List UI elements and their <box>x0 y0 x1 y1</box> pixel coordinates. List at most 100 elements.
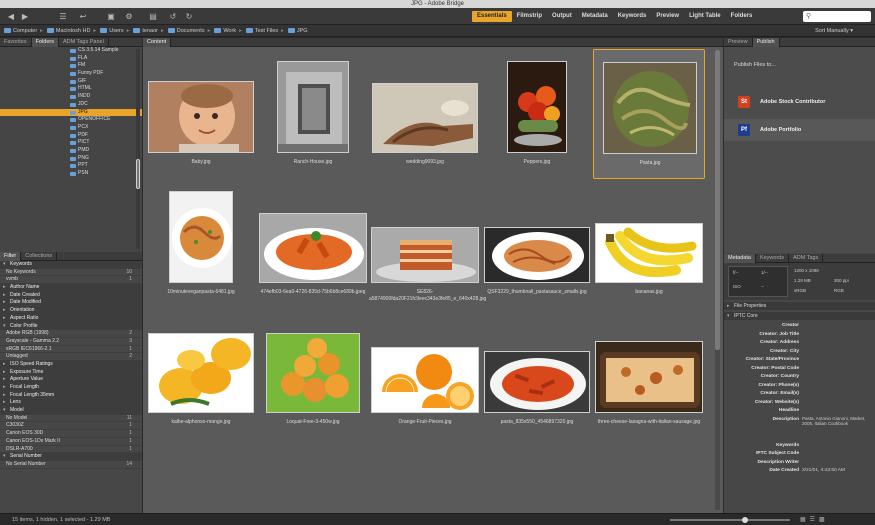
filter-category[interactable]: ISO Speed Ratings <box>0 360 142 369</box>
folder-item[interactable]: PPT <box>0 162 142 170</box>
folder-item[interactable]: OPENOFFICE <box>0 116 142 124</box>
filter-category[interactable]: Date Modified <box>0 299 142 308</box>
breadcrumb-item[interactable]: Test Files ▸ <box>245 28 284 34</box>
folder-item[interactable]: CS 3.5.14 Sample <box>0 47 142 55</box>
workspace-filmstrip[interactable]: Filmstrip <box>512 11 547 22</box>
thumbnail-image[interactable] <box>148 81 254 153</box>
tab-collections[interactable]: Collections <box>21 252 58 261</box>
breadcrumb-item[interactable]: Documents ▸ <box>167 28 210 34</box>
filter-item[interactable]: No Keywords 10 <box>0 269 142 277</box>
filter-item[interactable]: sRGB IEC61966-2.1 1 <box>0 346 142 354</box>
tab-metadata[interactable]: Metadata <box>724 254 756 263</box>
publish-item[interactable]: Pf Adobe Portfolio <box>724 119 875 141</box>
folder-item[interactable]: INDD <box>0 93 142 101</box>
tab-adm-tags-panel[interactable]: ADM Tags Panel <box>59 38 109 47</box>
filter-item[interactable]: DSLR-A700 1 <box>0 446 142 454</box>
thumbnail-cell[interactable]: pasta_835x550_4546897320.jpg <box>481 309 593 439</box>
workspace-keywords[interactable]: Keywords <box>613 11 652 22</box>
folder-item[interactable]: PDF <box>0 132 142 140</box>
filter-category[interactable]: Color Profile <box>0 322 142 331</box>
section-file-properties[interactable]: File Properties <box>724 302 875 310</box>
workspace-folders[interactable]: Folders <box>726 11 758 22</box>
filter-category[interactable]: Serial Number <box>0 453 142 461</box>
camera-icon[interactable]: ▣ <box>104 11 118 22</box>
thumbnail-cell[interactable]: wedding9093.jpg <box>369 49 481 179</box>
filter-item[interactable]: vvmb 1 <box>0 276 142 285</box>
filter-item[interactable]: Untagged 2 <box>0 353 142 361</box>
thumbnail-image[interactable] <box>484 351 590 413</box>
sort-menu[interactable]: Sort Manually ▾ <box>815 25 853 37</box>
tab-keywords[interactable]: Keywords <box>756 254 790 263</box>
iptc-value[interactable]: Pasta, Antonio Gianoni, Market, 2005, It… <box>802 416 872 427</box>
rotate-left-icon[interactable]: ↺ <box>166 11 180 22</box>
tab-folders[interactable]: Folders <box>31 38 59 47</box>
breadcrumb-item[interactable]: Work ▸ <box>214 28 242 34</box>
search-input[interactable]: ⚲ <box>803 11 871 22</box>
back-icon[interactable]: ◀ <box>4 11 18 22</box>
breadcrumb-item[interactable]: Users ▸ <box>100 28 129 34</box>
filter-item[interactable]: No Model 11 <box>0 415 142 423</box>
folder-item[interactable]: GIF <box>0 78 142 86</box>
folder-item[interactable]: Funny PDF <box>0 70 142 78</box>
thumbnail-image[interactable] <box>266 333 360 413</box>
thumbnail-image[interactable] <box>372 83 478 153</box>
thumbnail-cell[interactable]: Pasta.jpg <box>593 49 705 179</box>
thumbnail-image[interactable] <box>371 227 479 283</box>
filter-item[interactable]: C3030Z 1 <box>0 422 142 431</box>
thumbnail-cell[interactable]: three-cheese-lasagna-with-italian-sausag… <box>593 309 705 439</box>
thumbnail-image[interactable] <box>169 191 233 283</box>
thumbnail-cell[interactable]: Baby.jpg <box>145 49 257 179</box>
filter-item[interactable]: Adobe RGB (1998) 2 <box>0 330 142 338</box>
forward-icon[interactable]: ▶ <box>18 11 32 22</box>
thumbnail-cell[interactable]: bananas.jpg <box>593 179 705 309</box>
thumbnail-image[interactable] <box>595 341 703 413</box>
filter-category[interactable]: Exposure Time <box>0 368 142 377</box>
thumbnail-image[interactable] <box>595 223 703 283</box>
filter-item[interactable]: Canon EOS-1Ds Mark II 1 <box>0 438 142 446</box>
rotate-right-icon[interactable]: ↻ <box>182 11 196 22</box>
filter-category[interactable]: Model <box>0 407 142 415</box>
thumbnail-cell[interactable]: 474efb03-6ea0-4726-835d-75b6b8ce689b.jpe… <box>257 179 369 309</box>
breadcrumb-item[interactable]: Computer ▸ <box>4 28 43 34</box>
breadcrumb-item[interactable]: Macintosh HD ▸ <box>46 28 96 34</box>
return-icon[interactable]: ↩ <box>76 11 90 22</box>
breadcrumb-item[interactable]: JPG <box>287 28 308 34</box>
tab-preview[interactable]: Preview <box>724 38 753 47</box>
thumbnail-cell[interactable]: Orange-Fruit-Pieces.jpg <box>369 309 481 439</box>
workspace-essentials[interactable]: Essentials <box>472 11 512 22</box>
thumbnail-cell[interactable]: kalbe-alphonso-mango.jpg <box>145 309 257 439</box>
filter-category[interactable]: Keywords <box>0 261 142 269</box>
workspace-metadata[interactable]: Metadata <box>577 11 613 22</box>
folder-item[interactable]: JDC <box>0 101 142 109</box>
filter-category[interactable]: Orientation <box>0 307 142 315</box>
filter-category[interactable]: Aspect Ratio <box>0 314 142 323</box>
filter-category[interactable]: Date Created <box>0 291 142 300</box>
folders-scrollbar[interactable] <box>136 49 140 249</box>
workspace-preview[interactable]: Preview <box>651 11 684 22</box>
filter-item[interactable]: Grayscale - Gamma 2.2 3 <box>0 338 142 346</box>
filter-item[interactable]: No Serial Number 14 <box>0 461 142 469</box>
folder-item[interactable]: PNG <box>0 155 142 163</box>
thumbnail-image[interactable] <box>507 61 567 153</box>
thumbnail-cell[interactable]: Ranch-House.jpg <box>257 49 369 179</box>
workspace-output[interactable]: Output <box>547 11 577 22</box>
breadcrumb-item[interactable]: tenaor ▸ <box>133 28 164 34</box>
thumbnail-cell[interactable]: QSF3229_thumbnail_pastasauce_smalls.jpg <box>481 179 593 309</box>
view-mode-icons[interactable]: ▦☰▩ <box>800 514 829 525</box>
open-icon[interactable]: ▤ <box>146 11 160 22</box>
thumbnail-image[interactable] <box>277 61 349 153</box>
tab-adm-tags[interactable]: ADM Tags <box>789 254 824 263</box>
folder-item[interactable]: PSN <box>0 170 142 178</box>
thumbnail-image[interactable] <box>603 62 697 154</box>
folder-item[interactable]: FM <box>0 62 142 70</box>
workspace-light-table[interactable]: Light Table <box>684 11 726 22</box>
thumbnail-cell[interactable]: Loquat-Free-3-450w.jpg <box>257 309 369 439</box>
refine-icon[interactable]: ⚙ <box>122 11 136 22</box>
recent-icon[interactable]: ☰ <box>56 11 70 22</box>
thumbnail-cell[interactable]: Peppers.jpg <box>481 49 593 179</box>
thumbnail-cell[interactable]: 10minuteveganpasta-6481.jpg <box>145 179 257 309</box>
thumbnail-cell[interactable]: SE826-a5874900fda20F21fc9eec343e3fe85_e_… <box>369 179 486 309</box>
folder-item[interactable]: PCX <box>0 124 142 132</box>
thumbnail-image[interactable] <box>148 333 254 413</box>
filter-category[interactable]: Focal Length <box>0 384 142 392</box>
